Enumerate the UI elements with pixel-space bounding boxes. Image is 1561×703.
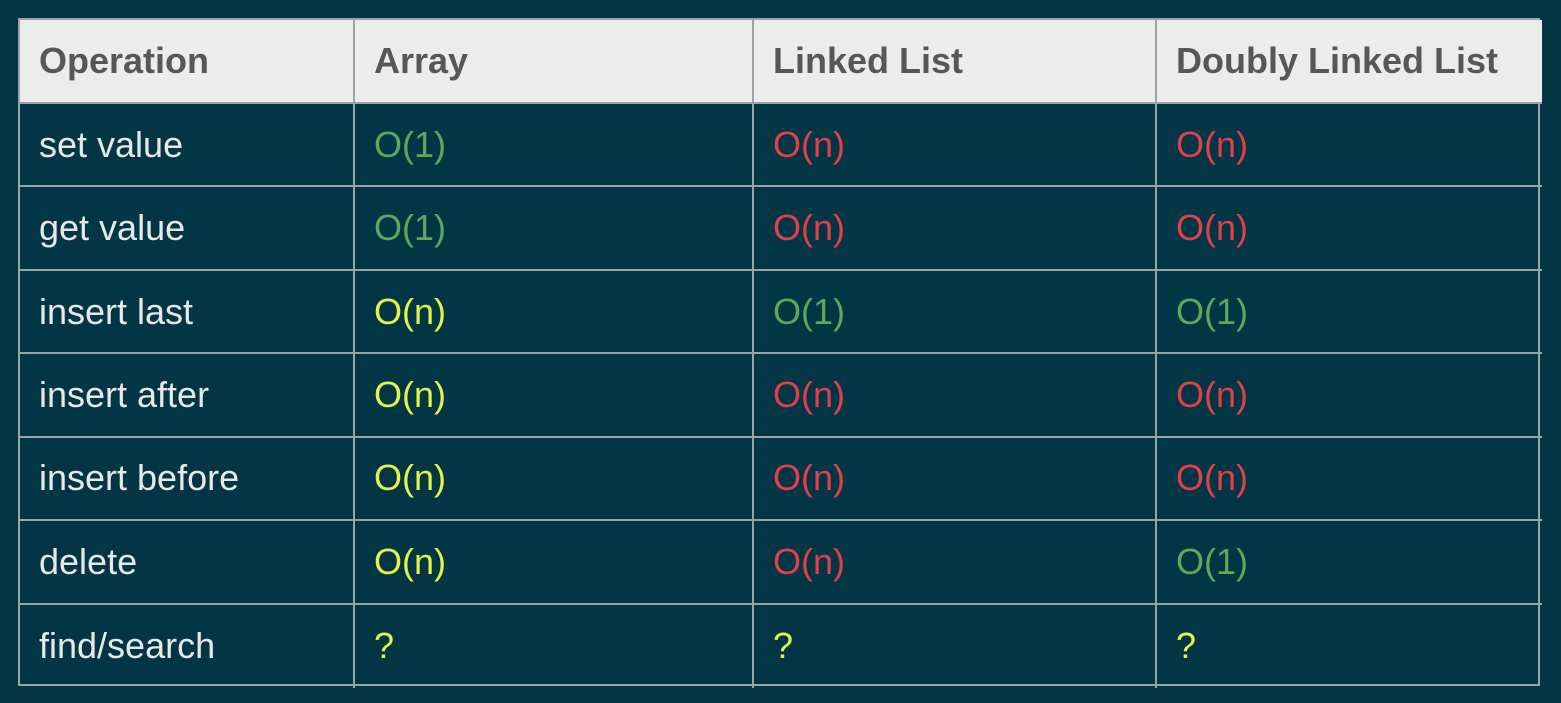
linked-list-cell: O(n) bbox=[754, 437, 1157, 522]
array-cell: O(n) bbox=[355, 437, 754, 522]
operation-cell: find/search bbox=[20, 604, 355, 688]
header-array: Array bbox=[355, 20, 754, 104]
linked-list-cell: O(1) bbox=[754, 270, 1157, 355]
doubly-linked-list-cell: O(n) bbox=[1157, 438, 1542, 522]
operation-cell: get value bbox=[20, 187, 355, 271]
operation-cell: insert after bbox=[20, 354, 355, 438]
array-cell: O(n) bbox=[355, 354, 754, 438]
linked-list-cell: O(n) bbox=[754, 521, 1157, 605]
array-cell: O(1) bbox=[355, 104, 754, 188]
doubly-linked-list-cell: O(1) bbox=[1157, 271, 1542, 355]
array-cell: ? bbox=[355, 604, 754, 688]
doubly-linked-list-cell: O(n) bbox=[1157, 354, 1542, 438]
doubly-linked-list-cell: O(n) bbox=[1157, 187, 1542, 271]
linked-list-cell: O(n) bbox=[754, 187, 1157, 271]
array-cell: O(1) bbox=[355, 187, 754, 271]
doubly-linked-list-cell: O(n) bbox=[1157, 104, 1542, 188]
header-operation: Operation bbox=[20, 20, 355, 104]
header-linked-list: Linked List bbox=[754, 20, 1157, 104]
array-cell: O(n) bbox=[355, 521, 754, 605]
linked-list-cell: ? bbox=[754, 604, 1157, 688]
operation-cell: delete bbox=[20, 521, 355, 605]
array-cell: O(n) bbox=[355, 270, 754, 355]
header-doubly-linked-list: Doubly Linked List bbox=[1157, 20, 1542, 104]
operation-cell: insert before bbox=[20, 437, 355, 522]
linked-list-cell: O(n) bbox=[754, 104, 1157, 188]
doubly-linked-list-cell: O(1) bbox=[1157, 521, 1542, 605]
operation-cell: insert last bbox=[20, 270, 355, 355]
doubly-linked-list-cell: ? bbox=[1176, 625, 1197, 667]
complexity-table: Operation Array Linked List Doubly Linke… bbox=[18, 18, 1542, 688]
linked-list-cell: O(n) bbox=[754, 354, 1157, 438]
operation-cell: set value bbox=[20, 104, 355, 188]
